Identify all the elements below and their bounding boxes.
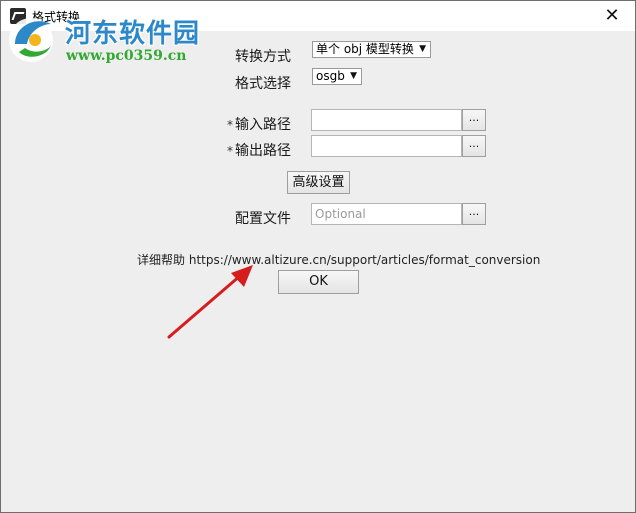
input-path-label-text: 输入路径 <box>235 117 291 133</box>
red-arrow-icon <box>167 265 253 339</box>
config-file-field[interactable]: Optional <box>311 203 462 225</box>
format-select-value: osgb <box>316 69 345 83</box>
watermark-site-name: 河东软件园 <box>65 19 201 49</box>
chevron-down-icon: ▼ <box>350 71 357 81</box>
output-path-label-text: 输出路径 <box>235 143 291 159</box>
config-file-browse-button[interactable]: ... <box>462 203 486 225</box>
input-path-browse-button[interactable]: ... <box>462 109 486 131</box>
conversion-mode-label: 转换方式 <box>235 49 291 65</box>
conversion-mode-select[interactable]: 单个 obj 模型转换 ▼ <box>312 41 431 58</box>
watermark-site-url: www.pc0359.cn <box>66 48 187 64</box>
conversion-mode-value: 单个 obj 模型转换 <box>316 42 414 56</box>
input-path-label: * 输入路径 <box>227 114 291 134</box>
required-marker: * <box>227 118 233 132</box>
config-file-placeholder: Optional <box>315 207 366 221</box>
input-path-field[interactable] <box>311 109 462 131</box>
output-path-browse-button[interactable]: ... <box>462 135 486 157</box>
format-conversion-window: 格式转换 ✕ 河东软件园 www.pc0359.cn 转换方式 单个 obj 模… <box>0 0 636 513</box>
advanced-settings-button[interactable]: 高级设置 <box>287 171 350 194</box>
ok-button[interactable]: OK <box>278 270 359 294</box>
output-path-field[interactable] <box>311 135 462 157</box>
output-path-label: * 输出路径 <box>227 140 291 160</box>
config-file-label: 配置文件 <box>235 211 291 227</box>
format-select[interactable]: osgb ▼ <box>312 68 362 85</box>
format-select-label: 格式选择 <box>235 76 291 92</box>
chevron-down-icon: ▼ <box>419 44 426 54</box>
close-button[interactable]: ✕ <box>589 1 635 31</box>
required-marker: * <box>227 144 233 158</box>
watermark-logo-icon <box>9 18 53 62</box>
